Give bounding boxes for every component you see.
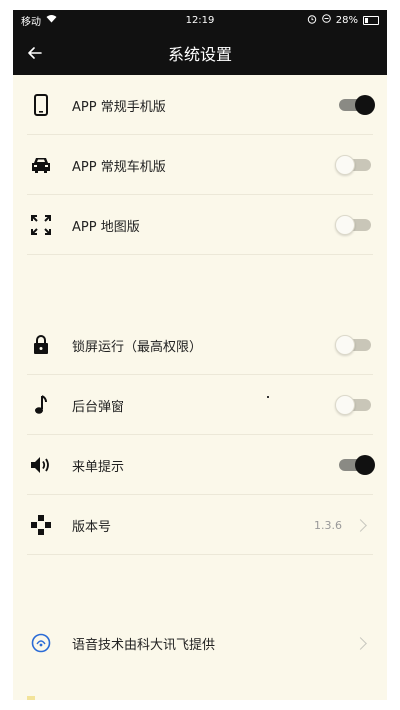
car-version-toggle[interactable] [335, 155, 371, 175]
setting-row-order-alert[interactable]: 来单提示 [13, 435, 387, 495]
setting-label: 版本号 [72, 519, 112, 535]
device-screen: 移动 12:19 28% 系统设置 APP 常规手机版 APP 常规车机版 AP… [13, 10, 387, 700]
setting-row-voice-provider[interactable]: 语音技术由科大讯飞提供 [13, 613, 387, 673]
map-version-toggle[interactable] [335, 215, 371, 235]
setting-row-version[interactable]: 版本号 1.3.6 [13, 495, 387, 555]
status-bar: 移动 12:19 28% [13, 10, 387, 30]
setting-row-lockscreen-run[interactable]: 锁屏运行（最高权限） [13, 315, 387, 375]
chevron-right-icon[interactable] [354, 518, 367, 532]
setting-label: 来单提示 [72, 459, 125, 475]
stray-dot [267, 396, 269, 398]
setting-row-map-version[interactable]: APP 地图版 [13, 195, 387, 255]
fullscreen-icon [27, 215, 55, 235]
setting-label: 锁屏运行（最高权限） [72, 339, 203, 355]
phone-version-toggle[interactable] [339, 95, 375, 115]
order-alert-toggle[interactable] [339, 455, 375, 475]
dnd-icon [321, 14, 331, 26]
setting-label: 后台弹窗 [72, 399, 125, 415]
back-button[interactable] [13, 30, 57, 75]
battery-icon [363, 15, 379, 25]
music-note-icon [27, 395, 55, 415]
lockscreen-run-toggle[interactable] [335, 335, 371, 355]
speaker-icon [27, 456, 55, 474]
ifly-icon [27, 633, 55, 653]
setting-row-car-version[interactable]: APP 常规车机版 [13, 135, 387, 195]
arrow-left-icon [28, 46, 42, 59]
page-title: 系统设置 [167, 44, 232, 64]
setting-label: APP 常规手机版 [72, 99, 166, 115]
car-icon [27, 156, 55, 174]
wifi-icon [46, 14, 57, 26]
gamepad-icon [27, 514, 55, 536]
chevron-right-icon[interactable] [354, 636, 367, 650]
background-popup-toggle[interactable] [335, 395, 371, 415]
setting-label: APP 常规车机版 [72, 159, 166, 175]
setting-label: APP 地图版 [72, 219, 140, 235]
battery-text: 28% [335, 14, 358, 26]
setting-row-background-popup[interactable]: 后台弹窗 [13, 375, 387, 435]
carrier-text: 移动 [21, 16, 41, 28]
nav-bar: 系统设置 [13, 30, 387, 75]
setting-label: 语音技术由科大讯飞提供 [72, 637, 216, 653]
alarm-icon [307, 14, 317, 27]
lock-icon [27, 335, 55, 355]
phone-icon [27, 94, 55, 116]
version-value: 1.3.6 [314, 518, 342, 532]
bottom-decoration [27, 696, 35, 700]
setting-row-phone-version[interactable]: APP 常规手机版 [13, 75, 387, 135]
